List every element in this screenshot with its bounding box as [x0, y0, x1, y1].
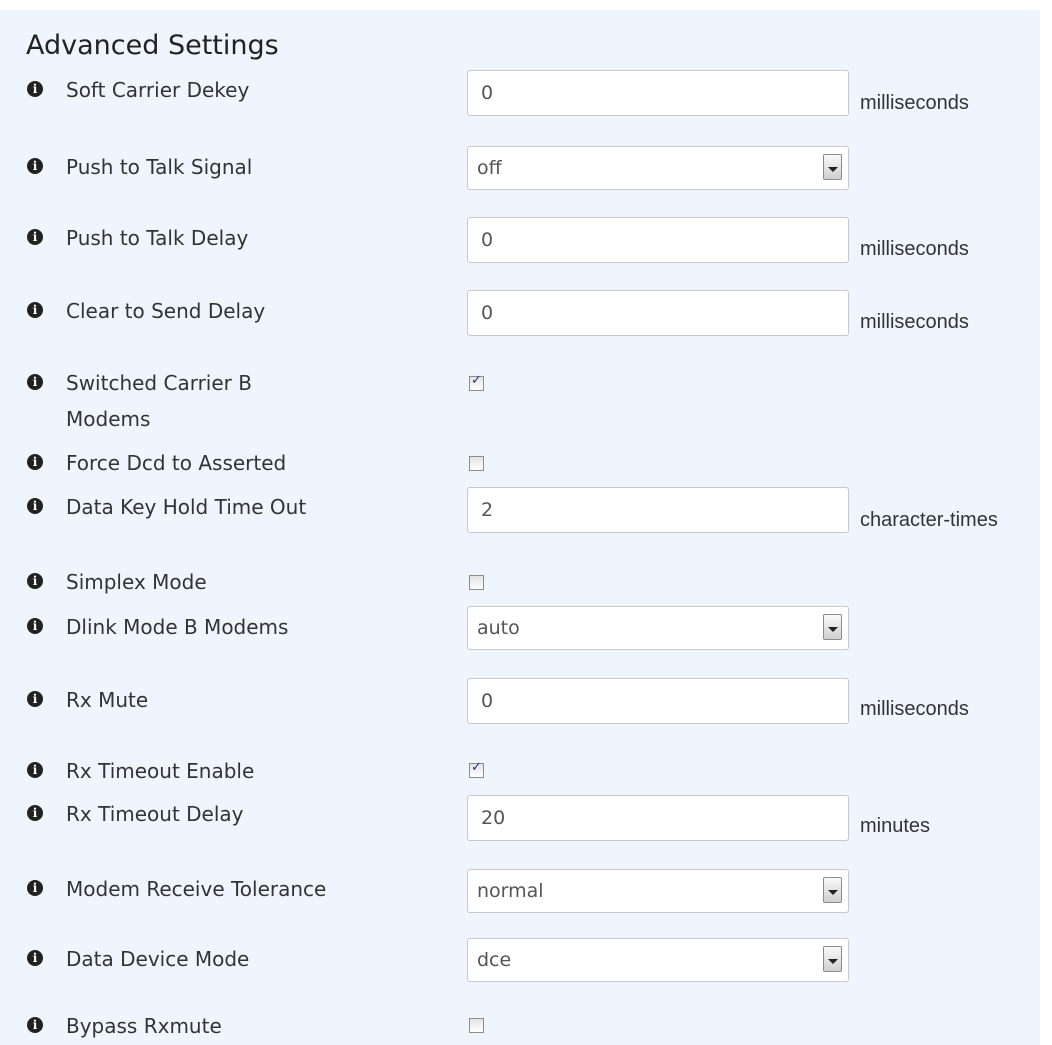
info-icon[interactable]: i: [27, 880, 43, 896]
info-icon[interactable]: i: [27, 618, 43, 634]
push-to-talk-delay-label: Push to Talk Delay: [66, 226, 249, 250]
info-icon[interactable]: i: [27, 454, 43, 470]
push-to-talk-delay-unit: milliseconds: [860, 238, 969, 260]
force-dcd-to-asserted-checkbox[interactable]: [469, 456, 484, 471]
rx-timeout-delay-input[interactable]: [467, 795, 849, 841]
push-to-talk-signal-value: off: [477, 157, 502, 179]
info-icon[interactable]: i: [27, 805, 43, 821]
dlink-mode-b-modems-value: auto: [477, 617, 520, 639]
info-icon[interactable]: i: [27, 1017, 43, 1033]
info-icon[interactable]: i: [27, 762, 43, 778]
soft-carrier-dekey-input[interactable]: [467, 70, 849, 116]
switched-carrier-b-modems-label-line2: Modems: [66, 407, 151, 431]
rx-timeout-enable-checkbox[interactable]: ✓: [469, 760, 484, 778]
data-device-mode-select[interactable]: dce: [467, 938, 849, 982]
data-key-hold-time-out-unit: character-times: [860, 509, 998, 531]
simplex-mode-checkbox[interactable]: [469, 575, 484, 590]
soft-carrier-dekey-unit: milliseconds: [860, 92, 969, 114]
rx-timeout-enable-label: Rx Timeout Enable: [66, 759, 255, 783]
clear-to-send-delay-input[interactable]: [467, 290, 849, 336]
modem-receive-tolerance-select[interactable]: normal: [467, 869, 849, 913]
dlink-mode-b-modems-select[interactable]: auto: [467, 606, 849, 650]
info-icon[interactable]: i: [27, 950, 43, 966]
info-icon[interactable]: i: [27, 374, 43, 390]
chevron-down-icon[interactable]: [823, 877, 842, 903]
rx-mute-label: Rx Mute: [66, 688, 149, 712]
info-icon[interactable]: i: [27, 498, 43, 514]
check-icon: ✓: [471, 760, 482, 775]
info-icon[interactable]: i: [27, 302, 43, 318]
modem-receive-tolerance-label: Modem Receive Tolerance: [66, 877, 327, 901]
data-key-hold-time-out-input[interactable]: [467, 487, 849, 533]
simplex-mode-label: Simplex Mode: [66, 570, 207, 594]
chevron-down-icon[interactable]: [823, 154, 842, 180]
info-icon[interactable]: i: [27, 229, 43, 245]
bypass-rxmute-label: Bypass Rxmute: [66, 1014, 222, 1038]
switched-carrier-b-modems-label: Switched Carrier B: [66, 371, 252, 395]
dlink-mode-b-modems-label: Dlink Mode B Modems: [66, 615, 289, 639]
bypass-rxmute-checkbox[interactable]: [469, 1018, 484, 1033]
info-icon[interactable]: i: [27, 573, 43, 589]
rx-mute-input[interactable]: [467, 678, 849, 724]
push-to-talk-signal-label: Push to Talk Signal: [66, 155, 253, 179]
data-device-mode-value: dce: [477, 949, 512, 971]
data-device-mode-label: Data Device Mode: [66, 947, 250, 971]
clear-to-send-delay-label: Clear to Send Delay: [66, 299, 266, 323]
rx-mute-unit: milliseconds: [860, 698, 969, 720]
soft-carrier-dekey-label: Soft Carrier Dekey: [66, 78, 250, 102]
modem-receive-tolerance-value: normal: [477, 880, 544, 902]
switched-carrier-b-modems-checkbox[interactable]: ✓: [469, 373, 484, 391]
clear-to-send-delay-unit: milliseconds: [860, 311, 969, 333]
push-to-talk-delay-input[interactable]: [467, 217, 849, 263]
data-key-hold-time-out-label: Data Key Hold Time Out: [66, 495, 307, 519]
rx-timeout-delay-unit: minutes: [860, 815, 931, 837]
section-title: Advanced Settings: [26, 30, 279, 61]
info-icon[interactable]: i: [27, 158, 43, 174]
chevron-down-icon[interactable]: [823, 614, 842, 640]
push-to-talk-signal-select[interactable]: off: [467, 146, 849, 190]
force-dcd-to-asserted-label: Force Dcd to Asserted: [66, 451, 287, 475]
chevron-down-icon[interactable]: [823, 946, 842, 972]
info-icon[interactable]: i: [27, 81, 43, 97]
check-icon: ✓: [471, 373, 482, 388]
info-icon[interactable]: i: [27, 691, 43, 707]
rx-timeout-delay-label: Rx Timeout Delay: [66, 802, 244, 826]
